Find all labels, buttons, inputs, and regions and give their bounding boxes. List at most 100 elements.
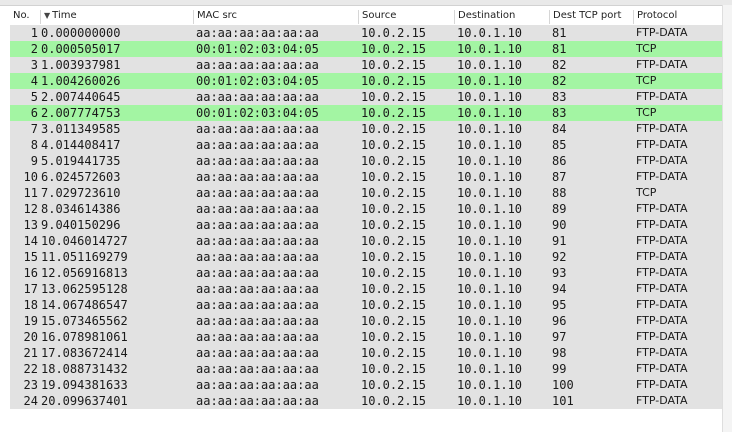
packet-protocol: FTP-DATA (636, 266, 688, 279)
packet-protocol: FTP-DATA (636, 218, 688, 231)
vertical-scrollbar[interactable] (722, 5, 732, 432)
packet-destination: 10.0.1.10 (457, 314, 523, 328)
table-row[interactable]: 7 3.011349585 aa:aa:aa:aa:aa:aa 10.0.2.15 10… (10, 121, 722, 137)
packet-dest-port: 89 (552, 202, 567, 216)
table-row[interactable]: 22 18.088731432 aa:aa:aa:aa:aa:aa 10.0.2.15… (10, 361, 722, 377)
packet-mac-src: aa:aa:aa:aa:aa:aa (196, 218, 319, 232)
column-header-protocol-label: Protocol (637, 10, 678, 21)
column-header-time[interactable]: ▼ Time (40, 10, 193, 24)
packet-protocol: FTP-DATA (636, 202, 688, 215)
packet-dest-port: 82 (552, 58, 567, 72)
packet-protocol: FTP-DATA (636, 234, 688, 247)
table-row[interactable]: 6 2.007774753 00:01:02:03:04:05 10.0.2.15 10… (10, 105, 722, 121)
table-row[interactable]: 15 11.051169279 aa:aa:aa:aa:aa:aa 10.0.2.15… (10, 249, 722, 265)
packet-number: 24 (23, 394, 38, 408)
packet-destination: 10.0.1.10 (457, 42, 523, 56)
column-header-dest-tcp-port[interactable]: Dest TCP port (549, 10, 633, 24)
column-header-source-label: Source (362, 10, 397, 21)
table-row[interactable]: 2 0.000505017 00:01:02:03:04:05 10.0.2.15 10… (10, 41, 722, 57)
column-header-mac-src[interactable]: MAC src (193, 10, 358, 24)
packet-destination: 10.0.1.10 (457, 282, 523, 296)
packet-destination: 10.0.1.10 (457, 202, 523, 216)
table-row[interactable]: 20 16.078981061 aa:aa:aa:aa:aa:aa 10.0.2.15… (10, 329, 722, 345)
packet-dest-port: 101 (552, 394, 574, 408)
packet-number: 22 (23, 362, 38, 376)
packet-mac-src: aa:aa:aa:aa:aa:aa (196, 346, 319, 360)
packet-dest-port: 86 (552, 154, 567, 168)
packet-source: 10.0.2.15 (361, 218, 427, 232)
column-header-destination[interactable]: Destination (454, 10, 549, 24)
packet-dest-port: 92 (552, 250, 567, 264)
packet-protocol: FTP-DATA (636, 90, 688, 103)
packet-dest-port: 81 (552, 42, 567, 56)
packet-protocol: FTP-DATA (636, 298, 688, 311)
packet-protocol: FTP-DATA (636, 154, 688, 167)
packet-dest-port: 100 (552, 378, 574, 392)
packet-number: 10 (23, 170, 38, 184)
table-row[interactable]: 1 0.000000000 aa:aa:aa:aa:aa:aa 10.0.2.15 10… (10, 25, 722, 41)
packet-time: 14.067486547 (41, 298, 128, 312)
packet-protocol: FTP-DATA (636, 378, 688, 391)
packet-list-header: No. ▼ Time MAC src Source Destination Des… (0, 8, 722, 24)
packet-number: 15 (23, 250, 38, 264)
table-row[interactable]: 11 7.029723610 aa:aa:aa:aa:aa:aa 10.0.2.15 1… (10, 185, 722, 201)
table-row[interactable]: 17 13.062595128 aa:aa:aa:aa:aa:aa 10.0.2.15… (10, 281, 722, 297)
packet-destination: 10.0.1.10 (457, 234, 523, 248)
packet-time: 7.029723610 (41, 186, 121, 200)
packet-mac-src: aa:aa:aa:aa:aa:aa (196, 138, 319, 152)
packet-source: 10.0.2.15 (361, 282, 427, 296)
packet-destination: 10.0.1.10 (457, 122, 523, 136)
packet-destination: 10.0.1.10 (457, 58, 523, 72)
packet-mac-src: aa:aa:aa:aa:aa:aa (196, 330, 319, 344)
packet-destination: 10.0.1.10 (457, 138, 523, 152)
packet-protocol: FTP-DATA (636, 282, 688, 295)
packet-number: 4 (30, 74, 38, 88)
table-row[interactable]: 19 15.073465562 aa:aa:aa:aa:aa:aa 10.0.2.15… (10, 313, 722, 329)
packet-time: 6.024572603 (41, 170, 121, 184)
packet-protocol: FTP-DATA (636, 250, 688, 263)
packet-source: 10.0.2.15 (361, 26, 427, 40)
table-row[interactable]: 9 5.019441735 aa:aa:aa:aa:aa:aa 10.0.2.15 10… (10, 153, 722, 169)
packet-dest-port: 87 (552, 170, 567, 184)
packet-time: 0.000505017 (41, 42, 121, 56)
column-header-source[interactable]: Source (358, 10, 454, 24)
column-header-protocol[interactable]: Protocol (633, 10, 722, 24)
table-row[interactable]: 8 4.014408417 aa:aa:aa:aa:aa:aa 10.0.2.15 10… (10, 137, 722, 153)
table-row[interactable]: 4 1.004260026 00:01:02:03:04:05 10.0.2.15 10… (10, 73, 722, 89)
packet-time: 17.083672414 (41, 346, 128, 360)
packet-time: 1.004260026 (41, 74, 121, 88)
packet-mac-src: aa:aa:aa:aa:aa:aa (196, 170, 319, 184)
table-row[interactable]: 16 12.056916813 aa:aa:aa:aa:aa:aa 10.0.2.15… (10, 265, 722, 281)
table-row[interactable]: 10 6.024572603 aa:aa:aa:aa:aa:aa 10.0.2.15 1… (10, 169, 722, 185)
packet-protocol: FTP-DATA (636, 362, 688, 375)
table-row[interactable]: 3 1.003937981 aa:aa:aa:aa:aa:aa 10.0.2.15 10… (10, 57, 722, 73)
packet-protocol: FTP-DATA (636, 330, 688, 343)
packet-source: 10.0.2.15 (361, 154, 427, 168)
packet-protocol: FTP-DATA (636, 58, 688, 71)
column-header-no-label: No. (13, 10, 30, 21)
packet-source: 10.0.2.15 (361, 170, 427, 184)
packet-number: 19 (23, 314, 38, 328)
packet-number: 14 (23, 234, 38, 248)
table-row[interactable]: 21 17.083672414 aa:aa:aa:aa:aa:aa 10.0.2.15… (10, 345, 722, 361)
table-row[interactable]: 12 8.034614386 aa:aa:aa:aa:aa:aa 10.0.2.15 1… (10, 201, 722, 217)
packet-mac-src: 00:01:02:03:04:05 (196, 42, 319, 56)
table-row[interactable]: 24 20.099637401 aa:aa:aa:aa:aa:aa 10.0.2.15… (10, 393, 722, 409)
packet-dest-port: 95 (552, 298, 567, 312)
packet-destination: 10.0.1.10 (457, 330, 523, 344)
packet-mac-src: aa:aa:aa:aa:aa:aa (196, 234, 319, 248)
packet-number: 17 (23, 282, 38, 296)
table-row[interactable]: 23 19.094381633 aa:aa:aa:aa:aa:aa 10.0.2.15… (10, 377, 722, 393)
packet-number: 1 (30, 26, 38, 40)
table-row[interactable]: 14 10.046014727 aa:aa:aa:aa:aa:aa 10.0.2.15… (10, 233, 722, 249)
table-row[interactable]: 18 14.067486547 aa:aa:aa:aa:aa:aa 10.0.2.15… (10, 297, 722, 313)
packet-source: 10.0.2.15 (361, 394, 427, 408)
packet-source: 10.0.2.15 (361, 74, 427, 88)
table-row[interactable]: 13 9.040150296 aa:aa:aa:aa:aa:aa 10.0.2.15 1… (10, 217, 722, 233)
packet-dest-port: 90 (552, 218, 567, 232)
packet-dest-port: 98 (552, 346, 567, 360)
column-header-destination-label: Destination (458, 10, 516, 21)
packet-number: 11 (23, 186, 38, 200)
packet-destination: 10.0.1.10 (457, 186, 523, 200)
table-row[interactable]: 5 2.007440645 aa:aa:aa:aa:aa:aa 10.0.2.15 10… (10, 89, 722, 105)
